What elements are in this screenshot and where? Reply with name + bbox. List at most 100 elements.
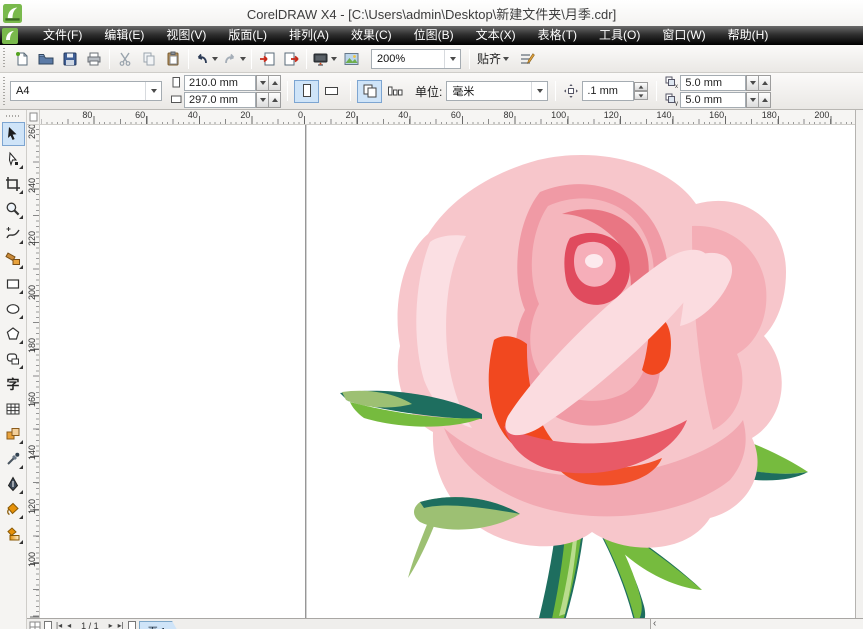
tool-polygon[interactable] — [2, 322, 25, 346]
v-ruler-label: 180 — [27, 338, 37, 353]
zoom-combo-arrow[interactable] — [444, 50, 460, 68]
portrait-button[interactable] — [294, 80, 319, 103]
print-button[interactable] — [82, 47, 106, 71]
tool-table[interactable] — [2, 397, 25, 421]
undo-dropdown-caret[interactable] — [212, 57, 218, 61]
toolbar-separator — [109, 49, 110, 69]
paper-width-up-button[interactable] — [268, 75, 281, 91]
coreldraw-window: CorelDRAW X4 - [C:\Users\admin\Desktop\新… — [0, 0, 863, 629]
menu-file[interactable]: 文件(F) — [32, 26, 93, 45]
menu-help[interactable]: 帮助(H) — [717, 26, 780, 45]
tool-text[interactable]: 字 — [2, 372, 25, 396]
print-icon — [86, 51, 102, 67]
last-page-button[interactable]: ▸| — [117, 621, 125, 629]
menu-text[interactable]: 文本(X) — [465, 26, 527, 45]
paste-button[interactable] — [161, 47, 185, 71]
horizontal-scrollbar[interactable]: ‹ — [650, 618, 863, 629]
duplicate-x-up-button[interactable] — [758, 75, 771, 91]
nudge-offset-field[interactable]: .1 mm — [582, 81, 634, 101]
tool-color-eyedropper[interactable] — [2, 447, 25, 471]
add-page-before-button[interactable] — [44, 621, 52, 629]
menu-layout[interactable]: 版面(L) — [217, 26, 278, 45]
v-ruler-label: 100 — [27, 552, 37, 567]
scroll-left-arrow-icon[interactable]: ‹ — [651, 619, 658, 629]
nudge-down-button[interactable] — [634, 91, 648, 100]
import-button[interactable] — [255, 47, 279, 71]
menu-table[interactable]: 表格(T) — [527, 26, 588, 45]
options-button[interactable] — [515, 47, 539, 71]
previous-page-button[interactable]: ◂ — [66, 621, 72, 629]
paper-width-field[interactable]: 210.0 mm — [184, 75, 256, 91]
duplicate-x-field[interactable]: 5.0 mm — [680, 75, 746, 91]
tool-ellipse[interactable] — [2, 297, 25, 321]
landscape-button[interactable] — [319, 80, 344, 103]
add-page-after-button[interactable] — [128, 621, 136, 629]
units-combo[interactable]: 毫米 — [446, 81, 548, 101]
launcher-dropdown-caret[interactable] — [331, 57, 337, 61]
all-pages-button[interactable] — [357, 80, 382, 103]
export-button[interactable] — [279, 47, 303, 71]
h-ruler-label: 20 — [240, 110, 252, 120]
menu-arrange[interactable]: 排列(A) — [278, 26, 340, 45]
toolbox-grip[interactable] — [6, 113, 20, 118]
tool-freehand[interactable] — [2, 222, 25, 246]
tool-crop[interactable] — [2, 172, 25, 196]
redo-dropdown-caret[interactable] — [240, 57, 246, 61]
nudge-up-button[interactable] — [634, 82, 648, 91]
menu-view[interactable]: 视图(V) — [155, 26, 217, 45]
welcome-screen-button[interactable] — [339, 47, 363, 71]
tool-rectangle[interactable] — [2, 272, 25, 296]
paper-height-up-button[interactable] — [268, 92, 281, 108]
tool-interactive-fill[interactable] — [2, 522, 25, 546]
current-page-layout-button[interactable] — [382, 80, 407, 103]
redo-button[interactable] — [220, 47, 248, 71]
open-button[interactable] — [34, 47, 58, 71]
h-ruler-label: 60 — [451, 110, 463, 120]
undo-button[interactable] — [192, 47, 220, 71]
tool-fill[interactable] — [2, 497, 25, 521]
copy-button[interactable] — [137, 47, 161, 71]
menu-bitmaps[interactable]: 位图(B) — [403, 26, 465, 45]
duplicate-y-up-button[interactable] — [758, 92, 771, 108]
drawing-canvas[interactable] — [40, 125, 855, 618]
tool-shape[interactable] — [2, 147, 25, 171]
h-ruler-label: 200 — [814, 110, 831, 120]
navigator-icon[interactable] — [29, 621, 41, 629]
menu-window[interactable]: 窗口(W) — [651, 26, 716, 45]
tool-interactive-blend[interactable] — [2, 422, 25, 446]
menu-edit[interactable]: 编辑(E) — [93, 26, 155, 45]
tool-outline-pen[interactable] — [2, 472, 25, 496]
units-combo-arrow[interactable] — [531, 82, 547, 100]
h-ruler-label: 20 — [346, 110, 358, 120]
snap-dropdown-caret[interactable] — [503, 57, 509, 61]
tool-zoom[interactable] — [2, 197, 25, 221]
menu-effects[interactable]: 效果(C) — [340, 26, 403, 45]
paper-type-combo[interactable]: A4 — [10, 81, 162, 101]
cut-button[interactable] — [113, 47, 137, 71]
duplicate-y-field[interactable]: 5.0 mm — [680, 92, 746, 108]
copy-icon — [141, 51, 157, 67]
horizontal-ruler[interactable]: 80604020020406080100120140160180200 — [40, 110, 855, 125]
menu-tools[interactable]: 工具(O) — [588, 26, 651, 45]
tool-basic-shapes[interactable] — [2, 347, 25, 371]
next-page-button[interactable]: ▸ — [108, 621, 114, 629]
propbar-grip[interactable] — [2, 77, 7, 106]
save-button[interactable] — [58, 47, 82, 71]
vertical-ruler[interactable]: 260240220200180160140120100 — [27, 125, 40, 618]
tool-pick[interactable] — [2, 122, 25, 146]
save-floppy-icon — [62, 51, 78, 67]
first-page-button[interactable]: |◂ — [55, 621, 63, 629]
application-launcher-button[interactable] — [310, 47, 339, 71]
zoom-levels-combo[interactable]: 200% — [371, 49, 461, 69]
page-tab[interactable]: 页 1 — [139, 621, 181, 629]
vertical-scrollbar[interactable] — [855, 110, 863, 618]
paper-combo-arrow[interactable] — [145, 82, 161, 100]
paper-height-field[interactable]: 297.0 mm — [184, 92, 256, 108]
snap-to-button[interactable]: 贴齐 — [475, 47, 511, 71]
tool-smart-fill[interactable] — [2, 247, 25, 271]
toolbar-grip[interactable] — [2, 48, 7, 70]
title-bar: CorelDRAW X4 - [C:\Users\admin\Desktop\新… — [0, 0, 863, 26]
new-button[interactable] — [10, 47, 34, 71]
ruler-origin-corner[interactable] — [27, 110, 40, 125]
rose-artwork[interactable] — [330, 130, 855, 618]
